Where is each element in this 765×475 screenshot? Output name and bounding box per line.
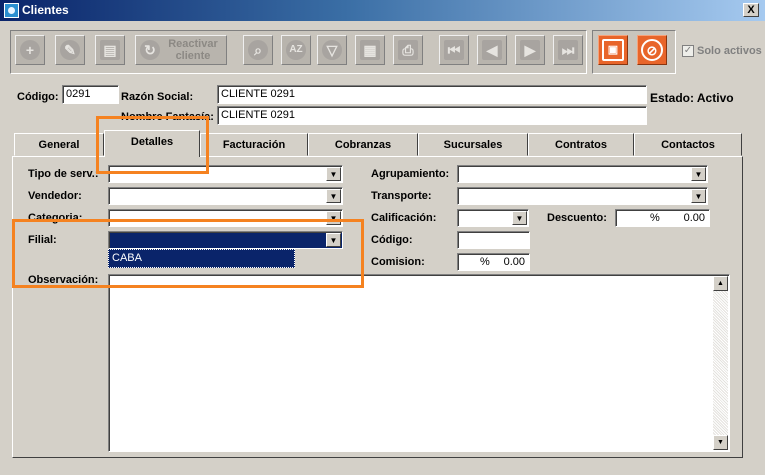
title-bar: Clientes X: [0, 0, 765, 21]
tab-general[interactable]: General: [14, 133, 104, 156]
tab-sucursales[interactable]: Sucursales: [418, 133, 528, 156]
search-button[interactable]: ⌕: [243, 35, 273, 65]
sort-button[interactable]: AZ: [281, 35, 311, 65]
next-record-button[interactable]: ▶: [515, 35, 545, 65]
tipo-servicio-label: Tipo de serv.:: [28, 168, 99, 180]
codigo-label: Código:: [17, 91, 59, 103]
chevron-down-icon[interactable]: ▼: [691, 167, 706, 181]
comision-percent-sign: %: [480, 256, 490, 268]
agrupamiento-label: Agrupamiento:: [371, 168, 450, 180]
app-icon: [4, 3, 19, 18]
solo-activos-checkbox[interactable]: ✓: [682, 45, 694, 57]
comision-input[interactable]: % 0.00: [457, 253, 530, 271]
document-delete-icon: ▤: [100, 40, 120, 60]
reactivar-cliente-label: Reactivar cliente: [168, 38, 218, 62]
scroll-up-icon[interactable]: ▲: [713, 276, 728, 291]
razon-social-input[interactable]: CLIENTE 0291: [217, 85, 647, 104]
observacion-scrollbar[interactable]: ▲ ▼: [713, 276, 728, 450]
codigo-detalle-input[interactable]: [457, 231, 530, 249]
codigo-detalle-label: Código:: [371, 234, 413, 246]
add-button[interactable]: +: [15, 35, 45, 65]
descuento-input[interactable]: % 0.00: [615, 209, 710, 227]
next-icon: ▶: [520, 40, 540, 60]
tab-contratos[interactable]: Contratos: [528, 133, 634, 156]
pencil-icon: ✎: [60, 40, 80, 60]
previous-icon: ◀: [482, 40, 502, 60]
save-button[interactable]: ▣: [598, 35, 628, 65]
transporte-select[interactable]: ▼: [457, 187, 708, 205]
first-icon: ⏮: [444, 40, 464, 60]
codigo-input[interactable]: 0291: [62, 85, 119, 104]
chevron-down-icon[interactable]: ▼: [326, 189, 341, 203]
reactivar-cliente-button[interactable]: ↻ Reactivar cliente: [135, 35, 227, 65]
floppy-disk-icon: ▣: [602, 39, 624, 61]
tab-contactos[interactable]: Contactos: [634, 133, 742, 156]
descuento-label: Descuento:: [547, 212, 607, 224]
descuento-value: 0.00: [683, 212, 705, 224]
plus-icon: +: [20, 40, 40, 60]
highlight-filial-field: [12, 219, 364, 288]
previous-record-button[interactable]: ◀: [477, 35, 507, 65]
toolbar-actions: + ✎ ▤ ↻ Reactivar cliente ⌕ AZ ▽ ▦ ⎙ ⏮ ◀…: [10, 30, 587, 74]
transporte-label: Transporte:: [371, 190, 432, 202]
tab-cobranzas[interactable]: Cobranzas: [308, 133, 418, 156]
vendedor-select[interactable]: ▼: [108, 187, 343, 205]
filter-button[interactable]: ▽: [317, 35, 347, 65]
sort-az-icon: AZ: [286, 40, 306, 60]
cancel-icon: ⊘: [641, 39, 663, 61]
printer-icon: ⎙: [398, 40, 418, 60]
nombre-fantasia-input[interactable]: CLIENTE 0291: [217, 106, 647, 125]
clipboard-icon: ▦: [360, 40, 380, 60]
delete-button[interactable]: ▤: [95, 35, 125, 65]
refresh-icon: ↻: [140, 40, 160, 60]
first-record-button[interactable]: ⏮: [439, 35, 469, 65]
last-record-button[interactable]: ⏭: [553, 35, 583, 65]
report-button[interactable]: ▦: [355, 35, 385, 65]
close-button[interactable]: X: [743, 3, 759, 17]
descuento-percent-sign: %: [650, 212, 660, 224]
comision-value: 0.00: [503, 256, 525, 268]
calificacion-label: Calificación:: [371, 212, 437, 224]
chevron-down-icon[interactable]: ▼: [512, 211, 527, 225]
observacion-textarea[interactable]: ▲ ▼: [108, 274, 730, 452]
last-icon: ⏭: [558, 40, 578, 60]
funnel-icon: ▽: [322, 40, 342, 60]
scroll-down-icon[interactable]: ▼: [713, 435, 728, 450]
cancel-button[interactable]: ⊘: [637, 35, 667, 65]
razon-social-label: Razón Social:: [121, 91, 194, 103]
comision-label: Comision:: [371, 256, 425, 268]
magnifier-icon: ⌕: [248, 40, 268, 60]
toolbar-save-cancel: ▣ ⊘: [592, 30, 676, 74]
solo-activos-label: Solo activos: [697, 45, 762, 57]
chevron-down-icon[interactable]: ▼: [691, 189, 706, 203]
highlight-detalles-tab: [96, 116, 209, 174]
print-button[interactable]: ⎙: [393, 35, 423, 65]
chevron-down-icon[interactable]: ▼: [326, 167, 341, 181]
edit-button[interactable]: ✎: [55, 35, 85, 65]
vendedor-label: Vendedor:: [28, 190, 82, 202]
calificacion-select[interactable]: ▼: [457, 209, 529, 227]
estado-text: Estado: Activo: [650, 91, 734, 105]
agrupamiento-select[interactable]: ▼: [457, 165, 708, 183]
tab-facturacion[interactable]: Facturación: [200, 133, 308, 156]
window-title: Clientes: [22, 3, 69, 17]
